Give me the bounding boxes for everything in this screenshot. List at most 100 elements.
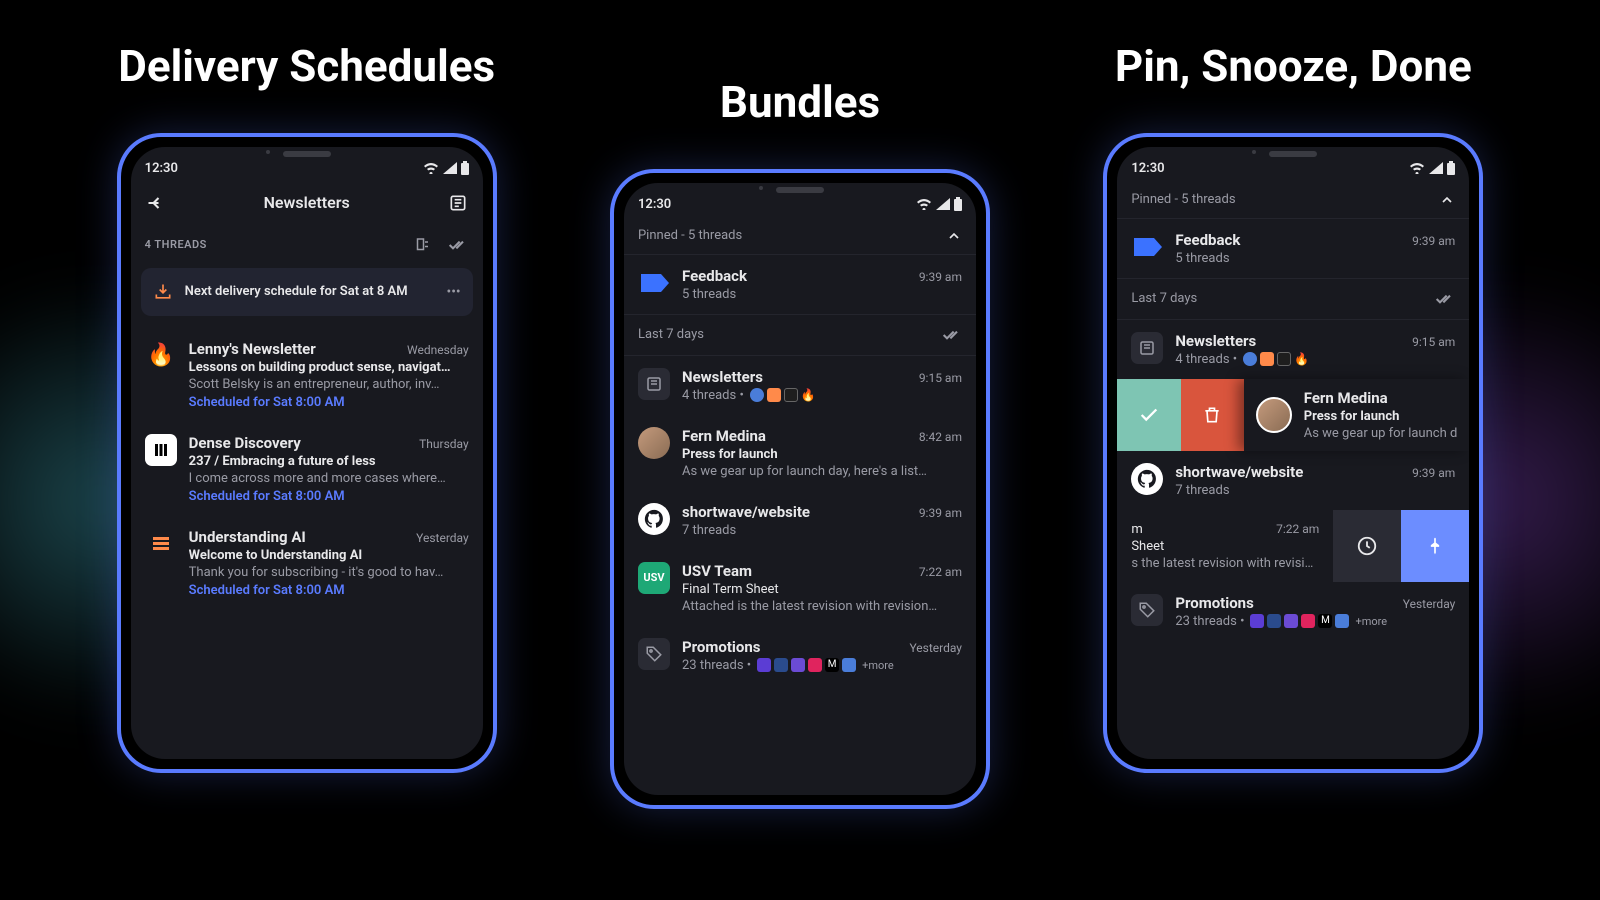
back-button[interactable] [145, 192, 167, 214]
mini-icons: 🔥 [1243, 352, 1309, 366]
pinned-header[interactable]: Pinned - 5 threads [624, 218, 976, 254]
list-item[interactable]: Feedback9:39 am 5 threads [624, 254, 976, 314]
newspaper-button[interactable] [447, 192, 469, 214]
list-item[interactable]: shortwave/website9:39 am 7 threads [1117, 451, 1469, 510]
more-label: +more [1355, 615, 1387, 628]
schedule-banner[interactable]: Next delivery schedule for Sat at 8 AM •… [141, 268, 473, 316]
item-title: Understanding AI [189, 528, 306, 546]
signal-icon [1429, 162, 1443, 174]
clock-icon [1356, 535, 1378, 557]
battery-icon [954, 197, 962, 211]
check-icon [1138, 404, 1160, 426]
trash-icon [1202, 405, 1222, 425]
notch [1269, 151, 1317, 157]
swipe-pin-action[interactable] [1401, 510, 1469, 582]
status-icons [423, 161, 469, 175]
pinned-header[interactable]: Pinned - 5 threads [1117, 182, 1469, 218]
item-subject: Welcome to Understanding AI [189, 548, 469, 563]
item-preview: I come across more and more cases where… [189, 471, 469, 486]
avatar [638, 503, 670, 535]
status-time: 12:30 [638, 197, 671, 212]
item-sub: 5 threads [1175, 251, 1455, 266]
tag-icon [645, 645, 663, 663]
item-title: USV Team [682, 562, 752, 580]
list-item[interactable]: shortwave/website9:39 am 7 threads [624, 491, 976, 550]
mini-icons: 🔥 [750, 388, 816, 402]
item-subject: 237 / Embracing a future of less [189, 454, 469, 469]
wifi-icon [916, 198, 932, 210]
battery-icon [1447, 161, 1455, 175]
swipe-snooze-action[interactable] [1333, 510, 1401, 582]
list-item[interactable]: PromotionsYesterday 23 threads • M +more [1117, 582, 1469, 641]
list-item[interactable]: 🔥 Lenny's NewsletterWednesday Lessons on… [131, 328, 483, 422]
header-title: Newsletters [131, 193, 483, 212]
list-item[interactable]: Newsletters9:15 am 4 threads • 🔥 [1117, 319, 1469, 379]
item-title: Dense Discovery [189, 434, 301, 452]
last7-header: Last 7 days [624, 314, 976, 355]
item-time: 7:22 am [1276, 522, 1319, 536]
newspaper-icon [1138, 339, 1156, 357]
chevron-up-icon [1439, 192, 1455, 208]
more-label: +more [862, 659, 894, 672]
swipe-done-action[interactable] [1117, 379, 1180, 451]
swipe-delete-action[interactable] [1181, 379, 1244, 451]
battery-icon [461, 161, 469, 175]
title-bundles: Bundles [720, 76, 880, 129]
list-item[interactable]: PromotionsYesterday 23 threads • M +more [624, 626, 976, 685]
mini-icons: M [757, 658, 856, 672]
item-title: Newsletters [1175, 332, 1256, 350]
list-item[interactable]: Understanding AIYesterday Welcome to Und… [131, 516, 483, 610]
list-item[interactable]: USV USV Team7:22 am Final Term Sheet Att… [624, 550, 976, 626]
list-item[interactable]: Feedback9:39 am 5 threads [1117, 218, 1469, 278]
item-time: Yesterday [1403, 597, 1456, 611]
item-sub: 4 threads • [1175, 352, 1237, 367]
list-item[interactable]: Fern Medina8:42 am Press for launch As w… [624, 415, 976, 491]
item-subject-fragment: Sheet [1131, 539, 1319, 554]
item-title: Fern Medina [682, 427, 766, 445]
notch [776, 187, 824, 193]
more-button[interactable]: ••• [446, 284, 460, 300]
sweep-icon [413, 236, 431, 254]
item-title: Feedback [1175, 231, 1240, 249]
avatar-label [1131, 231, 1163, 263]
swipe-row-pin[interactable]: m7:22 am Sheet s the latest revision wit… [1117, 510, 1469, 582]
last7-label: Last 7 days [1131, 291, 1197, 306]
item-title: shortwave/website [682, 503, 810, 521]
sweep-button[interactable] [411, 234, 433, 256]
done-all-icon[interactable] [1435, 289, 1455, 309]
list-item[interactable]: Newsletters9:15 am 4 threads • 🔥 [624, 355, 976, 415]
item-time: 9:15 am [919, 371, 962, 385]
avatar [1256, 397, 1292, 433]
done-all-button[interactable] [447, 234, 469, 256]
avatar-label [638, 267, 670, 299]
phone-frame-1: 12:30 Newsletters [117, 133, 497, 773]
item-time: Yesterday [909, 641, 962, 655]
item-subject: Lessons on building product sense, navig… [189, 360, 469, 375]
item-time: 8:42 am [919, 430, 962, 444]
item-preview: As we gear up for launch d [1304, 426, 1458, 441]
avatar [145, 528, 177, 560]
chevron-up-icon [946, 228, 962, 244]
swipe-content[interactable]: m7:22 am Sheet s the latest revision wit… [1117, 510, 1333, 582]
status-icons [1409, 161, 1455, 175]
swipe-row-done[interactable]: Fern Medina Press for launch As we gear … [1117, 379, 1469, 451]
pinned-label: Pinned - 5 threads [1131, 192, 1235, 207]
item-sub: 5 threads [682, 287, 962, 302]
swipe-content[interactable]: Fern Medina Press for launch As we gear … [1244, 379, 1470, 451]
list-item[interactable]: Dense DiscoveryThursday 237 / Embracing … [131, 422, 483, 516]
github-icon [1136, 468, 1158, 490]
done-all-icon[interactable] [942, 325, 962, 345]
item-time: Wednesday [407, 343, 469, 357]
avatar [1131, 332, 1163, 364]
avatar: 🔥 [145, 340, 177, 372]
last7-label: Last 7 days [638, 327, 704, 342]
avatar [638, 368, 670, 400]
item-sub: 23 threads • [682, 658, 751, 673]
item-preview: Scott Belsky is an entrepreneur, author,… [189, 377, 469, 392]
newspaper-icon [448, 193, 468, 213]
phone-frame-2: 12:30 Pinned - 5 threads [610, 169, 990, 809]
newspaper-icon [645, 375, 663, 393]
status-time: 12:30 [1131, 161, 1164, 176]
item-title: Promotions [1175, 594, 1254, 612]
item-sub: 23 threads • [1175, 614, 1244, 629]
